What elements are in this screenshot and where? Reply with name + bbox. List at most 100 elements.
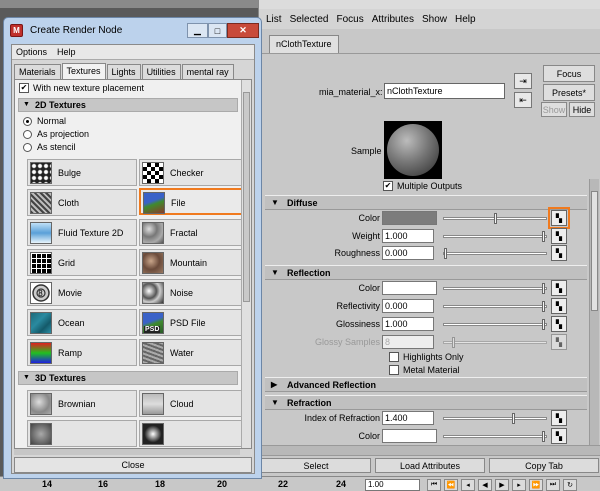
show-button[interactable]: Show <box>541 102 567 117</box>
hide-button[interactable]: Hide <box>569 102 595 117</box>
maximize-button[interactable]: □ <box>208 23 227 38</box>
reflection-color-swatch[interactable] <box>382 281 437 295</box>
radio-normal[interactable]: Normal <box>23 116 66 126</box>
diffuse-roughness-slider[interactable] <box>443 248 547 259</box>
node-fractal[interactable]: Fractal <box>139 219 249 246</box>
slider-knob[interactable] <box>444 248 447 259</box>
node-3d-partial[interactable] <box>139 420 249 447</box>
texture-placement-checkbox[interactable]: ✔ <box>19 83 29 93</box>
current-time-field[interactable]: 1.00 <box>365 479 420 491</box>
presets-button[interactable]: Presets* <box>543 84 595 101</box>
input-connection-button[interactable]: ⇥ <box>514 73 532 89</box>
section-refraction[interactable]: ▼ Refraction <box>265 395 587 410</box>
node-fluid-texture-2d[interactable]: Fluid Texture 2D <box>27 219 137 246</box>
diffuse-color-map-button[interactable]: ▚ <box>548 207 570 229</box>
radio-as-stencil[interactable]: As stencil <box>23 142 76 152</box>
diffuse-roughness-field[interactable]: 0.000 <box>382 246 434 260</box>
section-diffuse[interactable]: ▼ Diffuse <box>265 195 587 210</box>
refraction-color-slider[interactable] <box>443 431 547 442</box>
multiple-outputs-checkbox[interactable]: ✔ <box>383 181 393 191</box>
node-cloud[interactable]: Cloud <box>139 390 249 417</box>
window-close-button[interactable]: ✕ <box>227 23 259 38</box>
slider-knob[interactable] <box>542 301 545 312</box>
ior-slider[interactable] <box>443 413 547 424</box>
reflection-color-slider[interactable] <box>443 283 547 294</box>
node-brownian[interactable]: Brownian <box>27 390 137 417</box>
node-checker[interactable]: Checker <box>139 159 249 186</box>
glossiness-slider[interactable] <box>443 319 547 330</box>
select-button[interactable]: Select <box>261 458 371 473</box>
reflectivity-map-button[interactable]: ▚ <box>551 298 567 314</box>
menu-help[interactable]: Help <box>455 14 476 25</box>
menu-focus[interactable]: Focus <box>336 14 363 25</box>
diffuse-weight-field[interactable]: 1.000 <box>382 229 434 243</box>
loop-button[interactable]: ↻ <box>563 479 577 491</box>
multiple-outputs-option[interactable]: ✔ Multiple Outputs <box>383 181 462 191</box>
highlights-only-option[interactable]: Highlights Only <box>389 352 464 362</box>
step-forward-key-button[interactable]: ⏩ <box>529 479 543 491</box>
slider-knob[interactable] <box>542 231 545 242</box>
glossiness-map-button[interactable]: ▚ <box>551 316 567 332</box>
tab-materials[interactable]: Materials <box>14 64 61 79</box>
radio-button[interactable] <box>23 142 32 152</box>
section-reflection[interactable]: ▼ Reflection <box>265 265 587 280</box>
node-mountain[interactable]: Mountain <box>139 249 249 276</box>
scrollbar-thumb[interactable] <box>591 191 598 311</box>
load-attributes-button[interactable]: Load Attributes <box>375 458 485 473</box>
diffuse-weight-slider[interactable] <box>443 231 547 242</box>
step-back-key-button[interactable]: ⏪ <box>444 479 458 491</box>
node-movie[interactable]: 8 Movie <box>27 279 137 306</box>
diffuse-color-slider[interactable] <box>443 213 547 224</box>
play-backward-button[interactable]: ◀ <box>478 479 492 491</box>
node-list-horizontal-scrollbar[interactable] <box>14 449 240 455</box>
reflectivity-slider[interactable] <box>443 301 547 312</box>
play-forward-button[interactable]: ▶ <box>495 479 509 491</box>
attribute-scrollbar[interactable] <box>589 179 599 445</box>
dialog-titlebar[interactable]: M Create Render Node ▁ □ ✕ <box>4 18 261 44</box>
diffuse-roughness-map-button[interactable]: ▚ <box>551 245 567 261</box>
output-connection-button[interactable]: ⇤ <box>514 92 532 108</box>
menu-attributes[interactable]: Attributes <box>372 14 414 25</box>
go-to-start-button[interactable]: ⏮ <box>427 479 441 491</box>
ior-map-button[interactable]: ▚ <box>551 410 567 426</box>
menu-show[interactable]: Show <box>422 14 447 25</box>
section-2d-textures[interactable]: ▼ 2D Textures <box>18 98 238 112</box>
slider-knob[interactable] <box>542 431 545 442</box>
node-ocean[interactable]: Ocean <box>27 309 137 336</box>
reflectivity-field[interactable]: 0.000 <box>382 299 434 313</box>
slider-knob[interactable] <box>542 319 545 330</box>
refraction-color-swatch[interactable] <box>382 429 437 443</box>
texture-placement-option[interactable]: ✔ With new texture placement <box>19 83 144 93</box>
go-to-end-button[interactable]: ⏭ <box>546 479 560 491</box>
close-button[interactable]: Close <box>14 457 252 473</box>
menu-selected[interactable]: Selected <box>290 14 329 25</box>
slider-knob[interactable] <box>542 283 545 294</box>
highlights-only-checkbox[interactable] <box>389 352 399 362</box>
tab-lights[interactable]: Lights <box>106 64 141 79</box>
slider-knob[interactable] <box>512 413 515 424</box>
minimize-button[interactable]: ▁ <box>187 23 208 38</box>
node-list-scrollbar[interactable] <box>241 80 251 448</box>
node-bulge[interactable]: Bulge <box>27 159 137 186</box>
node-cloth[interactable]: Cloth <box>27 189 137 216</box>
ior-field[interactable]: 1.400 <box>382 411 434 425</box>
menu-options[interactable]: Options <box>16 47 47 57</box>
tab-utilities[interactable]: Utilities <box>141 64 181 79</box>
tab-mental-ray[interactable]: mental ray <box>181 64 234 79</box>
node-ramp[interactable]: Ramp <box>27 339 137 366</box>
radio-button[interactable] <box>23 116 32 126</box>
slider-knob[interactable] <box>494 213 497 224</box>
node-file[interactable]: File <box>139 188 249 215</box>
radio-as-projection[interactable]: As projection <box>23 129 89 139</box>
node-grid[interactable]: Grid <box>27 249 137 276</box>
copy-tab-button[interactable]: Copy Tab <box>489 458 599 473</box>
node-noise[interactable]: Noise <box>139 279 249 306</box>
glossiness-field[interactable]: 1.000 <box>382 317 434 331</box>
tab-textures[interactable]: Textures <box>61 63 106 79</box>
node-psd-file[interactable]: PSD PSD File <box>139 309 249 336</box>
radio-button[interactable] <box>23 129 32 139</box>
section-advanced-reflection[interactable]: ▶ Advanced Reflection <box>265 377 587 392</box>
metal-material-option[interactable]: Metal Material <box>389 365 460 375</box>
node-3d-partial[interactable] <box>27 420 137 447</box>
reflection-color-map-button[interactable]: ▚ <box>551 280 567 296</box>
